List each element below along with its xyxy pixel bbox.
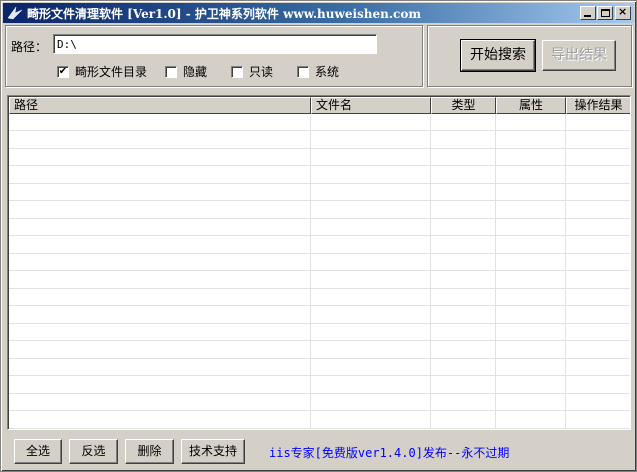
start-search-button[interactable]: 开始搜索 (460, 39, 536, 72)
table-row[interactable] (9, 114, 630, 131)
table-row[interactable] (9, 219, 630, 236)
column-header-type[interactable]: 类型 (431, 97, 496, 114)
minimize-button[interactable] (580, 6, 596, 20)
tech-support-button[interactable]: 技术支持 (181, 439, 245, 464)
table-row[interactable] (9, 377, 630, 394)
column-header-path[interactable]: 路径 (9, 97, 311, 114)
select-all-button[interactable]: 全选 (14, 439, 62, 464)
table-row[interactable] (9, 167, 630, 184)
checkbox-box[interactable] (165, 65, 177, 78)
app-logo-icon (7, 5, 23, 21)
checkbox-readonly[interactable]: 只读 (231, 63, 273, 80)
maximize-button[interactable] (597, 6, 613, 20)
table-row[interactable] (9, 237, 630, 254)
list-header: 路径 文件名 类型 属性 操作结果 (9, 97, 630, 114)
checkbox-malformed-dirs[interactable]: ✔ 畸形文件目录 (57, 63, 147, 80)
export-results-button[interactable]: 导出结果 (542, 40, 616, 71)
table-row[interactable] (9, 359, 630, 376)
checkbox-box[interactable] (231, 65, 243, 78)
table-row[interactable] (9, 342, 630, 359)
table-row[interactable] (9, 202, 630, 219)
table-row[interactable] (9, 254, 630, 271)
delete-button[interactable]: 删除 (125, 439, 174, 464)
table-row[interactable] (9, 132, 630, 149)
promo-link[interactable]: iis专家[免费版ver1.4.0]发布--永不过期 (269, 444, 509, 461)
checkbox-label: 系统 (315, 65, 340, 79)
maximize-icon (601, 9, 610, 17)
table-row[interactable] (9, 307, 630, 324)
checkbox-box[interactable]: ✔ (57, 65, 69, 78)
checkmark-icon: ✔ (58, 65, 68, 77)
minimize-icon (584, 15, 591, 17)
close-icon: × (618, 5, 628, 18)
table-row[interactable] (9, 184, 630, 201)
table-row[interactable] (9, 272, 630, 289)
table-row[interactable] (9, 149, 630, 166)
title-bar[interactable]: 畸形文件清理软件 [Ver1.0] - 护卫神系列软件 www.huweishe… (3, 3, 634, 23)
list-rows (9, 114, 630, 429)
table-row[interactable] (9, 412, 630, 429)
checkbox-system[interactable]: 系统 (297, 63, 339, 80)
table-row[interactable] (9, 324, 630, 341)
column-header-filename[interactable]: 文件名 (311, 97, 431, 114)
path-input[interactable] (53, 34, 377, 54)
results-list[interactable]: 路径 文件名 类型 属性 操作结果 (7, 95, 631, 430)
invert-selection-button[interactable]: 反选 (69, 439, 118, 464)
column-header-attributes[interactable]: 属性 (496, 97, 566, 114)
table-row[interactable] (9, 289, 630, 306)
app-window: 畸形文件清理软件 [Ver1.0] - 护卫神系列软件 www.huweishe… (0, 0, 637, 472)
close-button[interactable]: × (615, 6, 631, 20)
table-row[interactable] (9, 394, 630, 411)
column-header-result[interactable]: 操作结果 (566, 97, 630, 114)
checkbox-hidden[interactable]: 隐藏 (165, 63, 207, 80)
checkbox-label: 隐藏 (183, 65, 208, 79)
window-title: 畸形文件清理软件 [Ver1.0] - 护卫神系列软件 www.huweishe… (27, 7, 422, 21)
path-label: 路径： (11, 40, 48, 54)
checkbox-label: 只读 (249, 65, 274, 79)
checkbox-box[interactable] (297, 65, 309, 78)
checkbox-label: 畸形文件目录 (75, 65, 148, 79)
